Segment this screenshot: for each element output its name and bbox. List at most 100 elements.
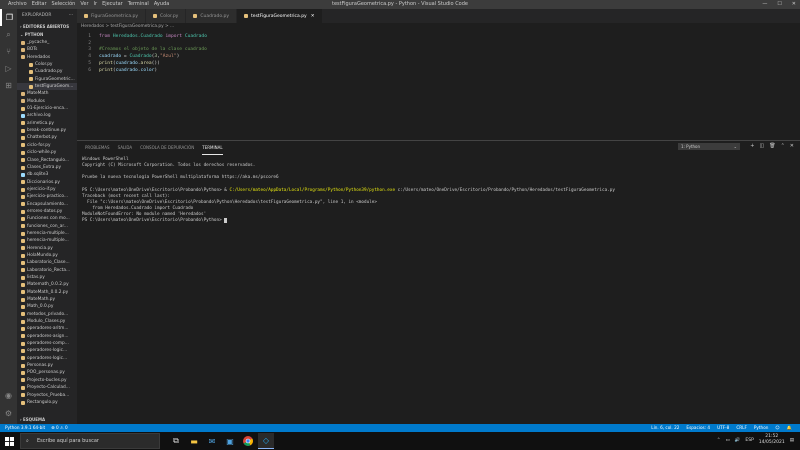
tree-item[interactable]: Proyecto-Calculad... bbox=[17, 384, 77, 391]
run-debug-icon[interactable]: ▷ bbox=[0, 60, 17, 77]
file-explorer-icon[interactable]: ▬ bbox=[186, 433, 202, 449]
close-icon[interactable]: ✕ bbox=[792, 0, 796, 9]
vscode-icon[interactable]: ◇ bbox=[258, 433, 274, 449]
tree-item[interactable]: Matemath_0.0.2.py bbox=[17, 281, 77, 288]
tree-item[interactable]: operadores-comp... bbox=[17, 340, 77, 347]
volume-icon[interactable]: 🔊 bbox=[735, 438, 741, 443]
tab-3[interactable]: testFiguraGeometrica.py ✕ bbox=[237, 9, 323, 23]
tree-item[interactable]: Projecto-bucles.py bbox=[17, 377, 77, 384]
new-terminal-icon[interactable]: + bbox=[750, 143, 754, 149]
tree-item[interactable]: Ejercicio-practico... bbox=[17, 193, 77, 200]
taskbar-search-input[interactable]: ⌕ Escribe aquí para buscar bbox=[20, 433, 160, 449]
tab-2[interactable]: Cuadrado.py bbox=[186, 9, 238, 23]
status-item[interactable]: ☺ bbox=[775, 424, 779, 432]
close-panel-icon[interactable]: ✕ bbox=[790, 143, 794, 149]
tree-item[interactable]: errores-datos.py bbox=[17, 208, 77, 215]
tree-item[interactable]: 01-Ejercicio-enca... bbox=[17, 105, 77, 112]
status-item[interactable]: 🔔 bbox=[787, 424, 792, 432]
status-item[interactable]: Lín. 6, col. 22 bbox=[651, 424, 679, 432]
tree-item[interactable]: arimetica.py bbox=[17, 120, 77, 127]
search-icon[interactable]: ⌕ bbox=[0, 26, 17, 43]
tree-item[interactable]: herencia-multiple... bbox=[17, 237, 77, 244]
split-terminal-icon[interactable]: ◫ bbox=[760, 143, 765, 149]
tree-item[interactable]: MateMath.py bbox=[17, 296, 77, 303]
extensions-icon[interactable]: ⊞ bbox=[0, 77, 17, 94]
tree-item[interactable]: Funciones con mo... bbox=[17, 215, 77, 222]
tree-item[interactable]: HolaMundo.py bbox=[17, 252, 77, 259]
tree-item[interactable]: db.sqlite3 bbox=[17, 171, 77, 178]
tree-item[interactable]: Proyectos_Prueba... bbox=[17, 392, 77, 399]
status-item[interactable]: Espacios: 4 bbox=[686, 424, 710, 432]
workspace-root[interactable]: ⌄ PYTHON bbox=[17, 31, 77, 39]
explorer-icon[interactable]: ❐ bbox=[0, 9, 17, 26]
terminal-select[interactable]: 1: Python ⌄ bbox=[678, 143, 740, 150]
tree-item[interactable]: Personas.py bbox=[17, 362, 77, 369]
more-actions-icon[interactable]: ··· bbox=[69, 9, 73, 23]
account-icon[interactable]: ◉ bbox=[0, 387, 17, 404]
close-tab-icon[interactable]: ✕ bbox=[311, 14, 315, 19]
tree-item[interactable]: FiguraGeometric... bbox=[17, 76, 77, 83]
task-view-icon[interactable]: ⧉ bbox=[168, 433, 184, 449]
tree-item[interactable]: Modulos bbox=[17, 98, 77, 105]
tree-item[interactable]: ciclo-while.py bbox=[17, 149, 77, 156]
chrome-icon[interactable] bbox=[240, 433, 256, 449]
minimize-icon[interactable]: — bbox=[762, 0, 767, 9]
tree-item[interactable]: ejercicio-if.py bbox=[17, 186, 77, 193]
tree-item[interactable]: Heredados bbox=[17, 54, 77, 61]
language-indicator[interactable]: ESP bbox=[745, 438, 753, 443]
tree-item[interactable]: Rectangulo.py bbox=[17, 399, 77, 406]
tree-item[interactable]: _pycache_ bbox=[17, 39, 77, 46]
tree-item[interactable]: Laboratorio_Clase... bbox=[17, 259, 77, 266]
status-item[interactable]: Python bbox=[754, 424, 769, 432]
tree-item[interactable]: Color.py bbox=[17, 61, 77, 68]
status-item[interactable]: Python 3.9.1 64-bit bbox=[5, 424, 45, 432]
tree-item[interactable]: Modulo_Clases.py bbox=[17, 318, 77, 325]
tree-item[interactable]: operadores-asign... bbox=[17, 333, 77, 340]
tree-item[interactable]: operadores-logic... bbox=[17, 347, 77, 354]
notifications-icon[interactable]: ▤ bbox=[790, 438, 794, 443]
tree-item[interactable]: listas.py bbox=[17, 274, 77, 281]
tree-item[interactable]: MateMath bbox=[17, 90, 77, 97]
source-control-icon[interactable]: ⑂ bbox=[0, 43, 17, 60]
tree-item[interactable]: POO_personas.py bbox=[17, 369, 77, 376]
tree-item[interactable]: Encapsulamiento... bbox=[17, 201, 77, 208]
gear-icon[interactable]: ⚙ bbox=[0, 405, 17, 422]
panel-tab-3[interactable]: TERMINAL bbox=[202, 141, 223, 155]
status-item[interactable]: ⊗ 0 ⚠ 0 bbox=[51, 424, 68, 432]
tree-item[interactable]: break-continue.py bbox=[17, 127, 77, 134]
clock[interactable]: 21:52 14/05/2021 bbox=[759, 434, 785, 446]
chevron-up-icon[interactable]: ⌃ bbox=[717, 438, 721, 443]
tree-item[interactable]: testFiguraGeom... bbox=[17, 83, 77, 91]
tree-item[interactable]: BOTs bbox=[17, 46, 77, 53]
code-line[interactable]: 6 print(cuadrado.color) bbox=[77, 67, 777, 74]
status-item[interactable]: CRLF bbox=[736, 424, 747, 432]
tree-item[interactable]: Laboratorio_Recta... bbox=[17, 267, 77, 274]
trash-icon[interactable]: 🗑 bbox=[769, 143, 775, 149]
tree-item[interactable]: operadores-logic... bbox=[17, 355, 77, 362]
mail-icon[interactable]: ✉ bbox=[204, 433, 220, 449]
tree-item[interactable]: Math_0.0.py bbox=[17, 303, 77, 310]
tree-item[interactable]: ciclo-for.py bbox=[17, 142, 77, 149]
tree-item[interactable]: herencia-multiple... bbox=[17, 230, 77, 237]
tree-item[interactable]: metodos_privado... bbox=[17, 311, 77, 318]
panel-tab-0[interactable]: PROBLEMAS bbox=[85, 141, 110, 155]
tree-item[interactable]: operadores-aritm... bbox=[17, 325, 77, 332]
tree-item[interactable]: Cuadrado.py bbox=[17, 68, 77, 75]
terminal[interactable]: Windows PowerShell Copyright (C) Microsof… bbox=[77, 156, 800, 424]
status-item[interactable]: UTF-8 bbox=[717, 424, 729, 432]
tab-0[interactable]: FiguraGeometrica.py bbox=[77, 9, 147, 23]
store-icon[interactable]: ▣ bbox=[222, 433, 238, 449]
panel-tab-2[interactable]: CONSOLA DE DEPURACIÓN bbox=[140, 141, 194, 155]
code-editor[interactable]: 1 from Heredados.Cuadrado import Cuadrado… bbox=[77, 30, 800, 137]
tree-item[interactable]: archivo.log bbox=[17, 112, 77, 119]
tree-item[interactable]: Chatterbot.py bbox=[17, 134, 77, 141]
tab-1[interactable]: Color.py bbox=[146, 9, 187, 23]
tree-item[interactable]: Clases_Extra.py bbox=[17, 164, 77, 171]
breadcrumb[interactable]: Heredados > testFiguraGeometrica.py > ..… bbox=[77, 23, 800, 30]
start-button[interactable] bbox=[0, 432, 18, 450]
panel-tab-1[interactable]: SALIDA bbox=[118, 141, 133, 155]
network-icon[interactable]: ▭ bbox=[726, 438, 730, 443]
tree-item[interactable]: Herencia.py bbox=[17, 245, 77, 252]
tree-item[interactable]: Clase_Rectangulo... bbox=[17, 157, 77, 164]
tree-item[interactable]: MateMath_0.0.2.py bbox=[17, 289, 77, 296]
